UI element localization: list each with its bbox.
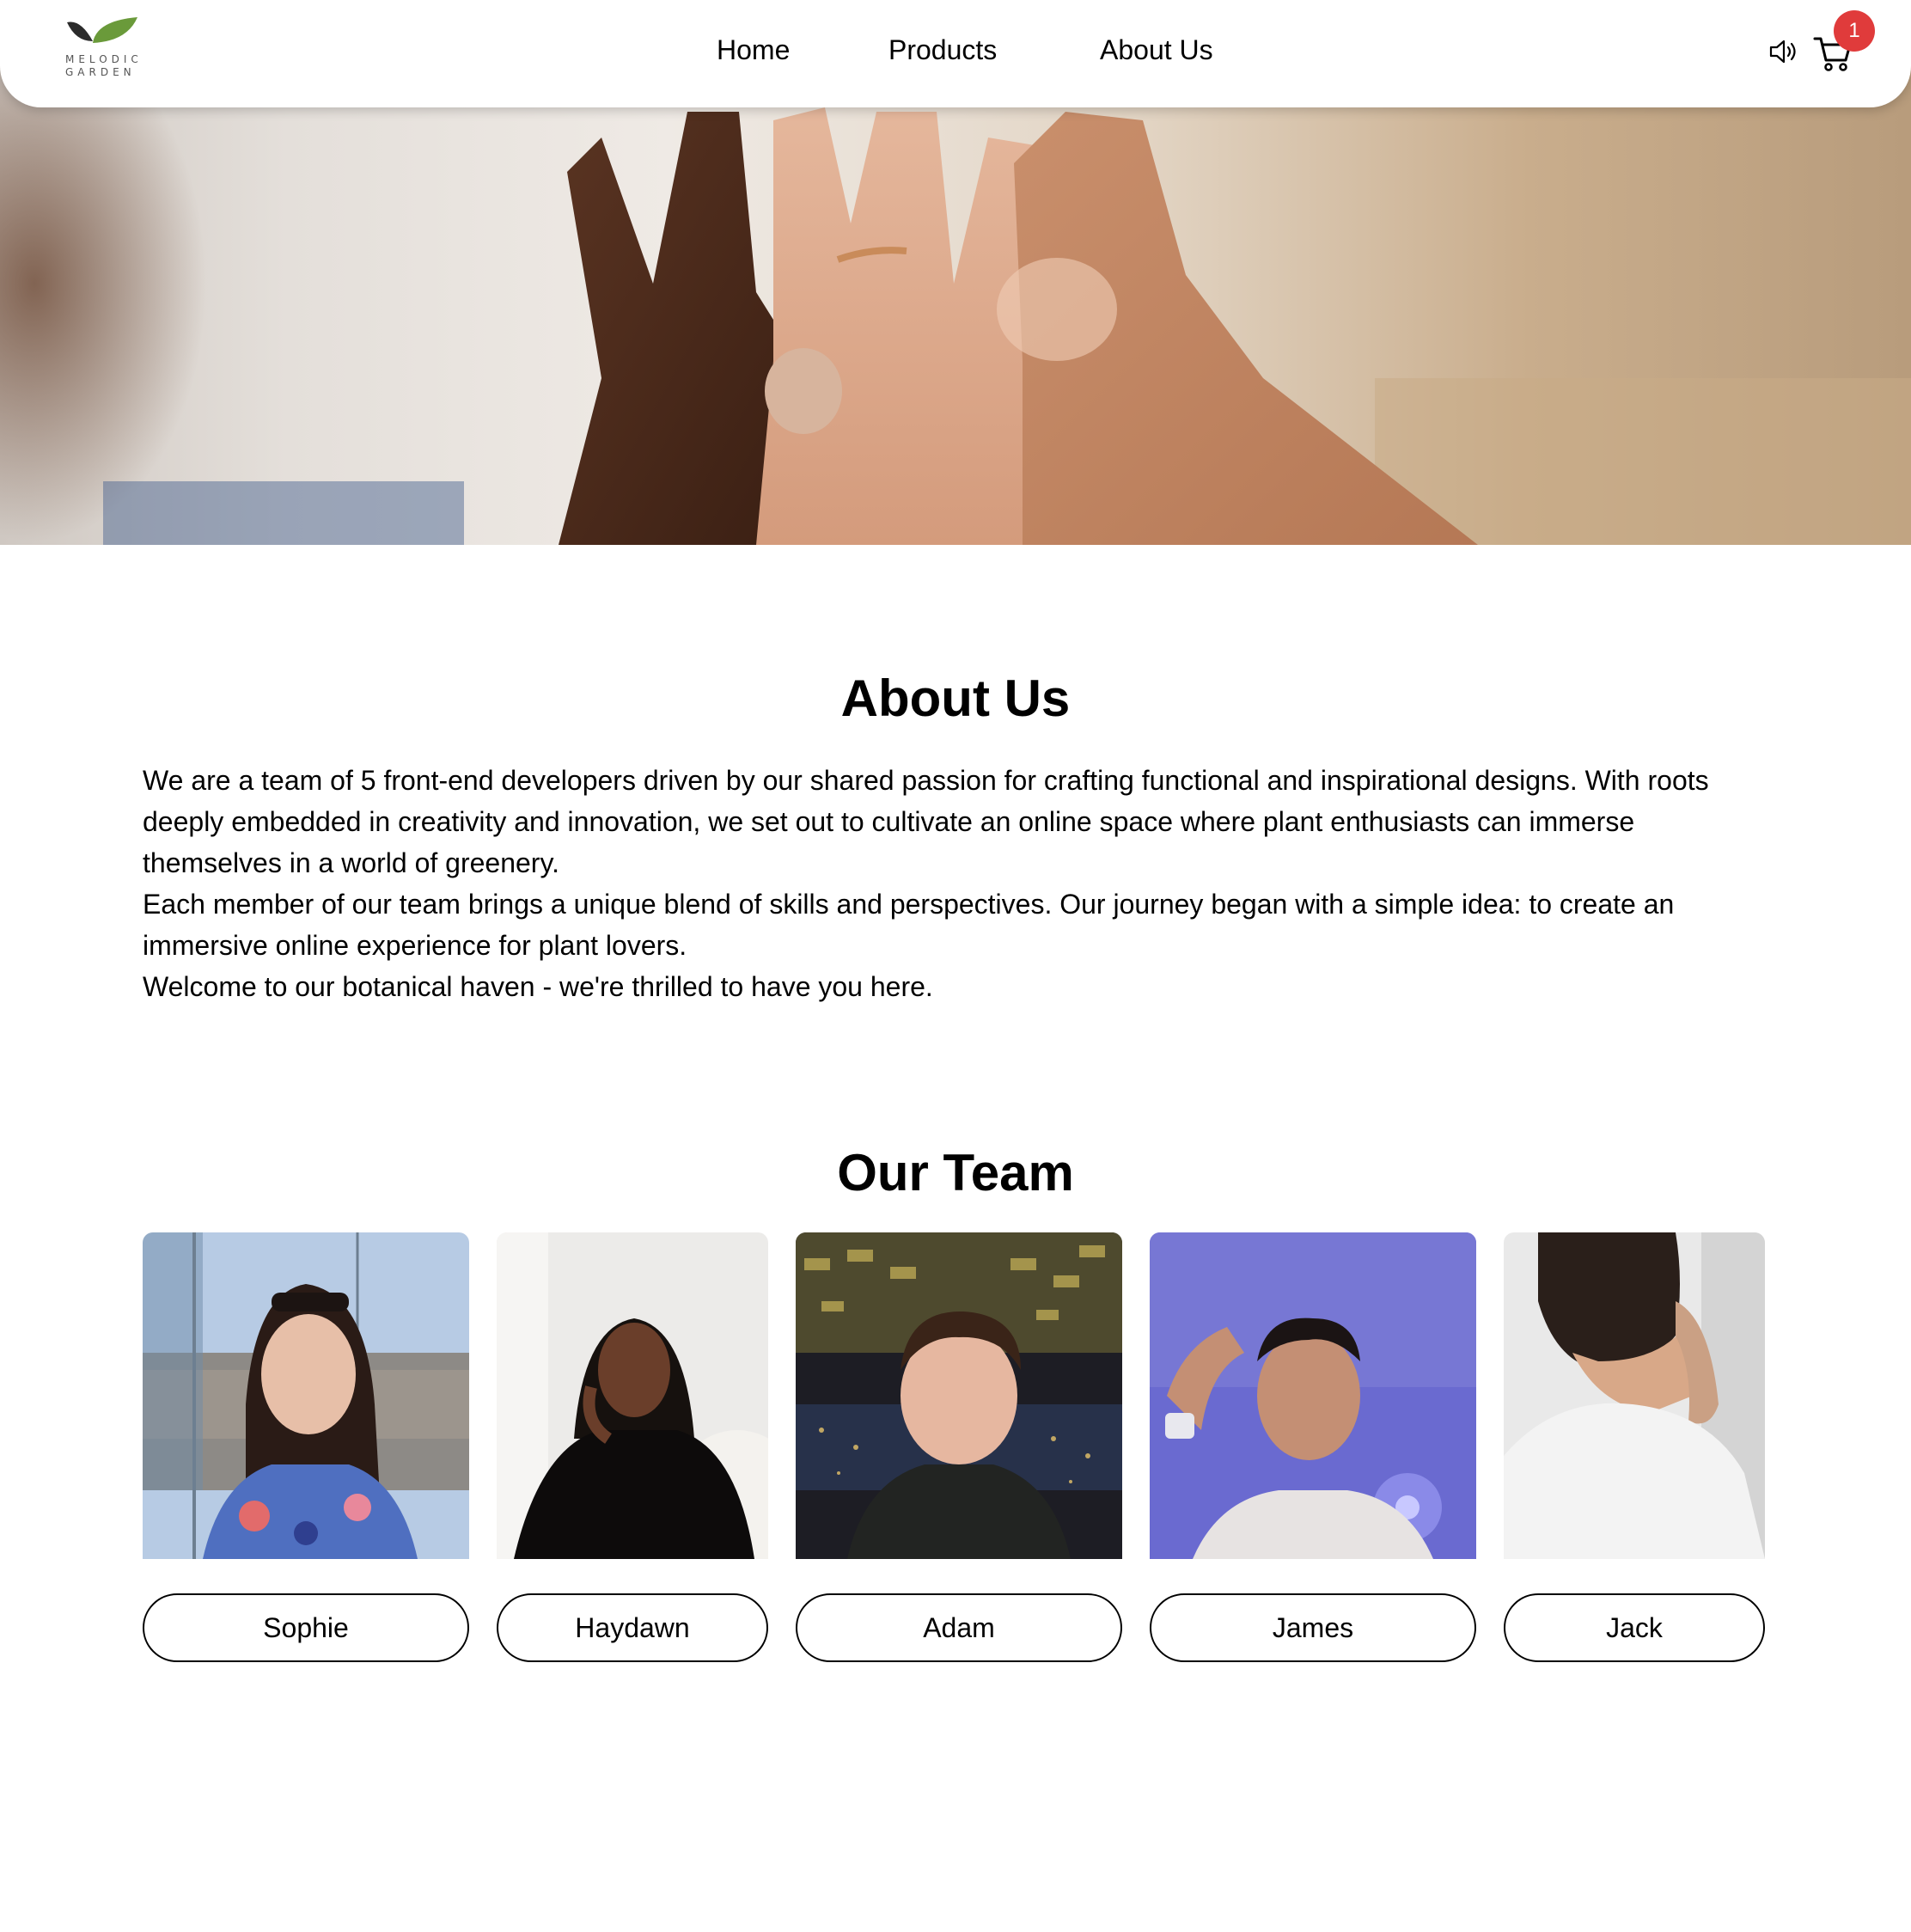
team-name-button-james[interactable]: James (1150, 1593, 1476, 1662)
portrait-photo (1504, 1232, 1765, 1559)
about-paragraph-3: Welcome to our botanical haven - we're t… (143, 971, 933, 1002)
portrait-photo (143, 1232, 469, 1559)
team-photo-haydawn (497, 1232, 768, 1559)
nav-home-link[interactable]: Home (717, 34, 790, 66)
about-description: We are a team of 5 front-end developers … (143, 760, 1775, 1007)
nav-products-link[interactable]: Products (888, 34, 997, 66)
portrait-photo (796, 1232, 1122, 1559)
team-photo-james (1150, 1232, 1476, 1559)
about-paragraph-2: Each member of our team brings a unique … (143, 889, 1675, 961)
cart-count-badge[interactable]: 1 (1834, 10, 1875, 52)
team-photo-adam (796, 1232, 1122, 1559)
team-name-button-jack[interactable]: Jack (1504, 1593, 1765, 1662)
team-name-button-sophie[interactable]: Sophie (143, 1593, 469, 1662)
team-name-button-haydawn[interactable]: Haydawn (497, 1593, 768, 1662)
team-title: Our Team (837, 1144, 1074, 1201)
about-title: About Us (840, 669, 1071, 727)
team-photo-jack (1504, 1232, 1765, 1559)
main-nav: Home Products About Us (0, 0, 1911, 105)
about-paragraph-1: We are a team of 5 front-end developers … (143, 765, 1709, 878)
portrait-photo (497, 1232, 768, 1559)
team-name-button-adam[interactable]: Adam (796, 1593, 1122, 1662)
nav-about-link[interactable]: About Us (1100, 34, 1213, 66)
top-navbar: MELODIC GARDEN Home Products About Us 1 (0, 0, 1911, 107)
team-photo-sophie (143, 1232, 469, 1559)
speaker-icon[interactable] (1768, 38, 1799, 65)
portrait-photo (1150, 1232, 1476, 1559)
